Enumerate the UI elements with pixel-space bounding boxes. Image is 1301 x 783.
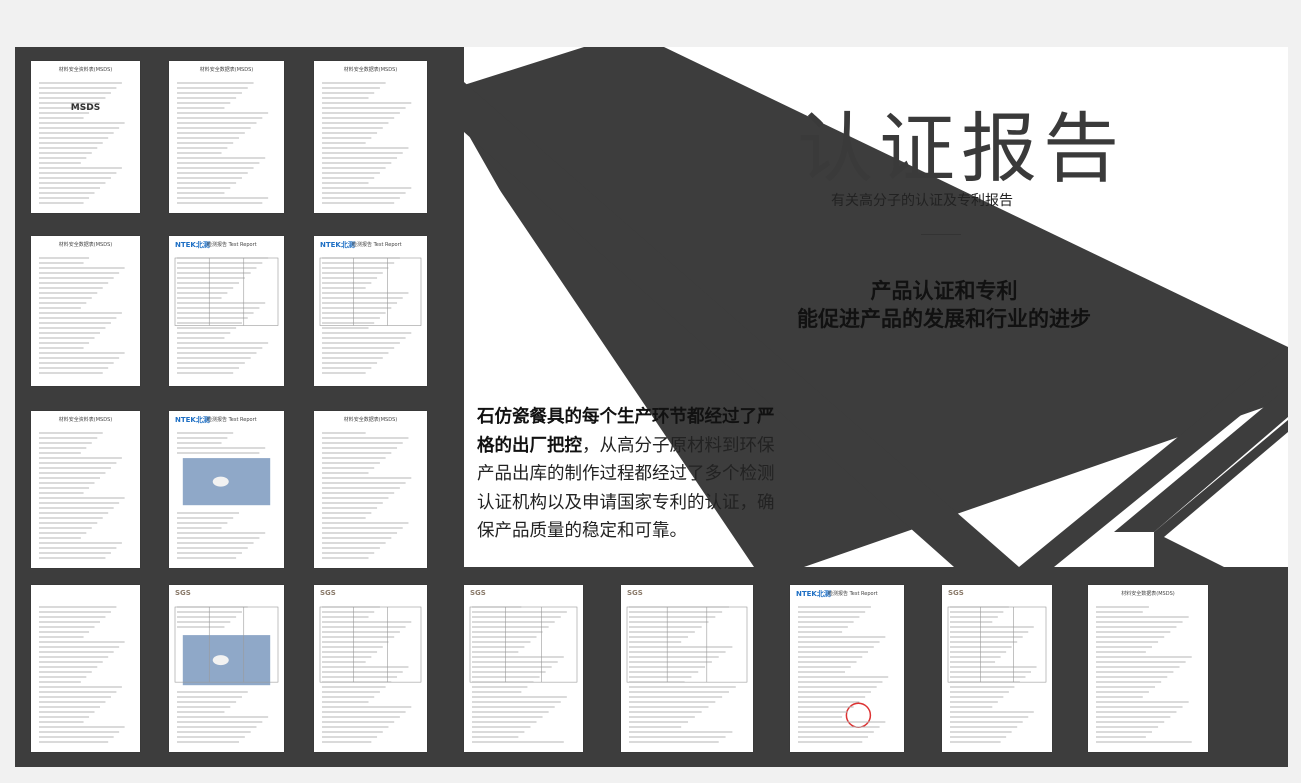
document-lines (798, 606, 889, 743)
certificate-thumbnail[interactable]: 材料安全数据表(MSDS) (169, 61, 284, 213)
document-header: 检测报告 Test Report (828, 591, 878, 597)
document-lines (39, 82, 125, 204)
document-header: 材料安全数据表(MSDS) (343, 67, 398, 73)
certificate-thumbnail[interactable]: SGS (942, 585, 1052, 752)
document-header: 材料安全数据表(MSDS) (58, 242, 113, 248)
document-lines (177, 82, 269, 204)
certificate-thumbnail[interactable]: NTEK北测 检测报告 Test Report (314, 236, 427, 386)
sgs-logo: SGS (948, 589, 964, 597)
document-header: 材料安全数据表(MSDS) (199, 67, 254, 73)
certificate-thumbnail[interactable]: SGS (314, 585, 427, 752)
document-lines (1096, 606, 1192, 743)
slogan-line-2: 能促进产品的发展和行业的进步 (797, 307, 1091, 331)
document-big-title: MSDS (70, 103, 101, 113)
sgs-logo: SGS (627, 589, 643, 597)
certificate-thumbnail[interactable]: 材料安全数据表(MSDS) (31, 236, 140, 386)
document-header: 检测报告 Test Report (352, 242, 402, 248)
ntek-logo: NTEK北测 (175, 416, 210, 424)
certificate-thumbnail[interactable]: 材料安全资料表(MSDS) MSDS (31, 61, 140, 213)
document-header: 检测报告 Test Report (207, 242, 257, 248)
document-lines (626, 606, 748, 743)
document-lines (177, 432, 271, 559)
document-lines (319, 257, 422, 374)
title-divider (921, 234, 961, 235)
certificate-thumbnail[interactable]: NTEK北测 检测报告 Test Report (790, 585, 904, 752)
certificate-thumbnail[interactable]: 材料安全资料表(MSDS) (31, 411, 140, 568)
certificate-thumbnail[interactable]: 材料安全数据表(MSDS) (1088, 585, 1208, 752)
document-header: 材料安全资料表(MSDS) (58, 67, 113, 73)
page-subtitle: 有关高分子的认证及专利报告 (831, 193, 1013, 209)
document-lines (319, 606, 422, 743)
description: 石仿瓷餐具的每个生产环节都经过了严格的出厂把控，从高分子原材料到环保产品出库的制… (477, 403, 787, 546)
ntek-logo: NTEK北测 (796, 590, 831, 598)
document-lines (174, 257, 279, 374)
sgs-logo: SGS (470, 589, 486, 597)
document-header: 材料安全数据表(MSDS) (1121, 591, 1175, 597)
certificate-thumbnail[interactable]: NTEK北测 检测报告 Test Report (169, 236, 284, 386)
document-lines (322, 432, 412, 559)
document-header: 材料安全数据表(MSDS) (343, 417, 398, 423)
document-lines (322, 82, 412, 204)
certificate-thumbnail[interactable]: SGS (621, 585, 753, 752)
document-lines (947, 606, 1047, 743)
document-lines (39, 432, 125, 559)
document-lines (39, 257, 125, 374)
sgs-logo: SGS (320, 589, 336, 597)
document-lines (174, 606, 279, 743)
document-header: 检测报告 Test Report (207, 417, 257, 423)
certificate-thumbnail[interactable]: NTEK北测 检测报告 Test Report (169, 411, 284, 568)
slogan: 产品认证和专利 能促进产品的发展和行业的进步 (764, 277, 1124, 333)
ntek-logo: NTEK北测 (175, 241, 210, 249)
slogan-line-1: 产品认证和专利 (870, 279, 1018, 303)
document-lines (39, 606, 125, 743)
sgs-logo: SGS (175, 589, 191, 597)
page-title: 认证报告 (797, 104, 1125, 193)
certificate-thumbnail[interactable]: SGS (464, 585, 583, 752)
ntek-logo: NTEK北测 (320, 241, 355, 249)
certificate-thumbnail[interactable]: SGS (169, 585, 284, 752)
document-header: 材料安全资料表(MSDS) (58, 417, 113, 423)
certificate-thumbnail[interactable]: 材料安全数据表(MSDS) (314, 411, 427, 568)
certificate-thumbnail[interactable]: 材料安全数据表(MSDS) (314, 61, 427, 213)
certificate-thumbnail[interactable] (31, 585, 140, 752)
document-lines (469, 606, 578, 743)
